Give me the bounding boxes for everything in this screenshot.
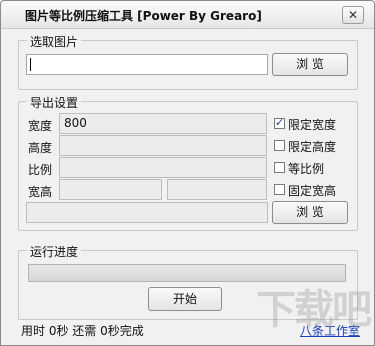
- ratio-input[interactable]: [59, 157, 267, 178]
- width-label: 宽度: [28, 119, 53, 133]
- width-height-label: 宽高: [28, 185, 53, 199]
- keep-ratio-label: 等比例: [288, 162, 325, 176]
- limit-width-checkbox[interactable]: ✓: [274, 116, 285, 129]
- fixed-size-label: 固定宽高: [288, 184, 337, 198]
- fixed-width-input[interactable]: [59, 179, 162, 200]
- export-settings-group-label: 导出设置: [27, 94, 82, 111]
- status-text: 用时 0秒 还需 0秒完成: [21, 324, 144, 338]
- fixed-size-checkbox[interactable]: [274, 184, 285, 195]
- close-button[interactable]: ✕: [342, 6, 364, 24]
- limit-height-checkbox[interactable]: [274, 140, 285, 151]
- width-input[interactable]: 800: [59, 113, 267, 134]
- check-mark-icon: ✓: [275, 116, 285, 129]
- app-window: 图片等比例压缩工具 [Power By Grearo] ✕ 选取图片 浏 览 导…: [0, 0, 375, 346]
- site-watermark: 下载吧: [256, 287, 372, 333]
- text-caret: [30, 58, 31, 71]
- window-title: 图片等比例压缩工具 [Power By Grearo]: [25, 9, 262, 23]
- browse-output-button[interactable]: 浏 览: [272, 201, 348, 224]
- start-button[interactable]: 开始: [148, 287, 222, 311]
- height-input[interactable]: [59, 135, 267, 156]
- limit-width-label: 限定宽度: [288, 118, 337, 132]
- output-path-input[interactable]: [26, 202, 268, 223]
- title-bar[interactable]: 图片等比例压缩工具 [Power By Grearo] ✕: [1, 1, 374, 29]
- fixed-height-input[interactable]: [167, 179, 267, 200]
- browse-image-button[interactable]: 浏 览: [272, 53, 348, 76]
- keep-ratio-checkbox[interactable]: [274, 162, 285, 173]
- ratio-label: 比例: [28, 163, 53, 177]
- image-path-input[interactable]: [26, 54, 268, 75]
- select-image-group-label: 选取图片: [27, 33, 82, 50]
- progress-group-label: 运行进度: [27, 243, 82, 260]
- close-icon: ✕: [347, 8, 359, 22]
- height-label: 高度: [28, 141, 53, 155]
- limit-height-label: 限定高度: [288, 140, 337, 154]
